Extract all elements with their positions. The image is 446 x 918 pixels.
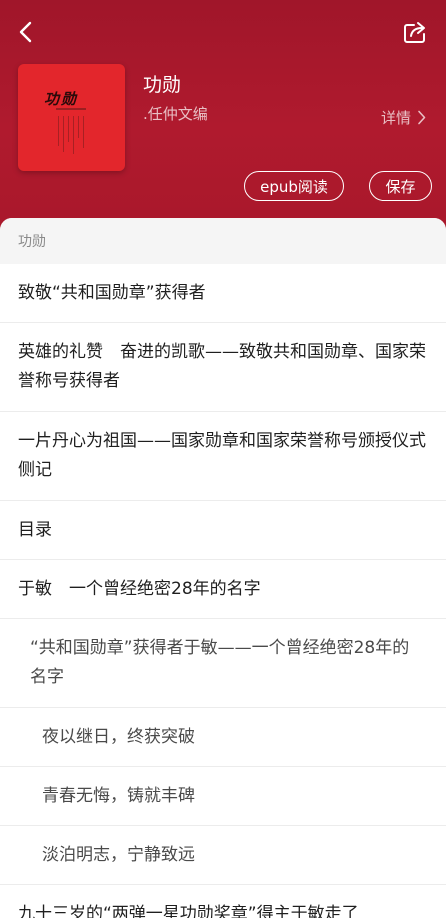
toc-list: 致敬“共和国勋章”获得者 英雄的礼赞 奋进的凯歌——致敬共和国勋章、国家荣誉称号… [0, 264, 446, 918]
toc-item[interactable]: 青春无悔，铸就丰碑 [0, 767, 446, 826]
toc-item[interactable]: 致敬“共和国勋章”获得者 [0, 264, 446, 323]
book-author: .任仲文编 [143, 105, 208, 123]
cover-decoration [56, 108, 86, 110]
epub-read-button[interactable]: epub阅读 [244, 171, 344, 201]
toc-item[interactable]: 夜以继日，终获突破 [0, 708, 446, 767]
share-button[interactable] [400, 16, 432, 48]
book-title: 功勋 [143, 74, 182, 96]
details-label: 详情 [380, 109, 411, 127]
details-link[interactable]: 详情 [381, 107, 426, 128]
save-button[interactable]: 保存 [369, 171, 432, 201]
toc-heading: 功勋 [0, 218, 446, 264]
toc-item[interactable]: 于敏 一个曾经绝密28年的名字 [0, 560, 446, 619]
book-header: 功勋 功勋 .任仲文编 详情 epub阅读 保存 [0, 0, 446, 232]
toc-item[interactable]: 目录 [0, 501, 446, 560]
back-button[interactable] [10, 16, 42, 48]
toc-item[interactable]: “共和国勋章”获得者于敏——一个曾经绝密28年的名字 [0, 619, 446, 708]
share-icon [404, 22, 425, 43]
toc-item[interactable]: 淡泊明志，宁静致远 [0, 826, 446, 885]
book-cover[interactable]: 功勋 [18, 64, 125, 171]
cover-text-lines [58, 116, 84, 154]
toc-item[interactable]: 一片丹心为祖国——国家勋章和国家荣誉称号颁授仪式侧记 [0, 412, 446, 501]
cover-title: 功勋 [44, 90, 79, 108]
toc-item[interactable]: 九十三岁的“两弹一星功勋奖章”得主于敏走了 [0, 885, 446, 918]
chevron-left-icon [19, 21, 32, 43]
toc-panel: 功勋 致敬“共和国勋章”获得者 英雄的礼赞 奋进的凯歌——致敬共和国勋章、国家荣… [0, 218, 446, 918]
chevron-right-icon [418, 110, 426, 125]
toc-item[interactable]: 英雄的礼赞 奋进的凯歌——致敬共和国勋章、国家荣誉称号获得者 [0, 323, 446, 412]
